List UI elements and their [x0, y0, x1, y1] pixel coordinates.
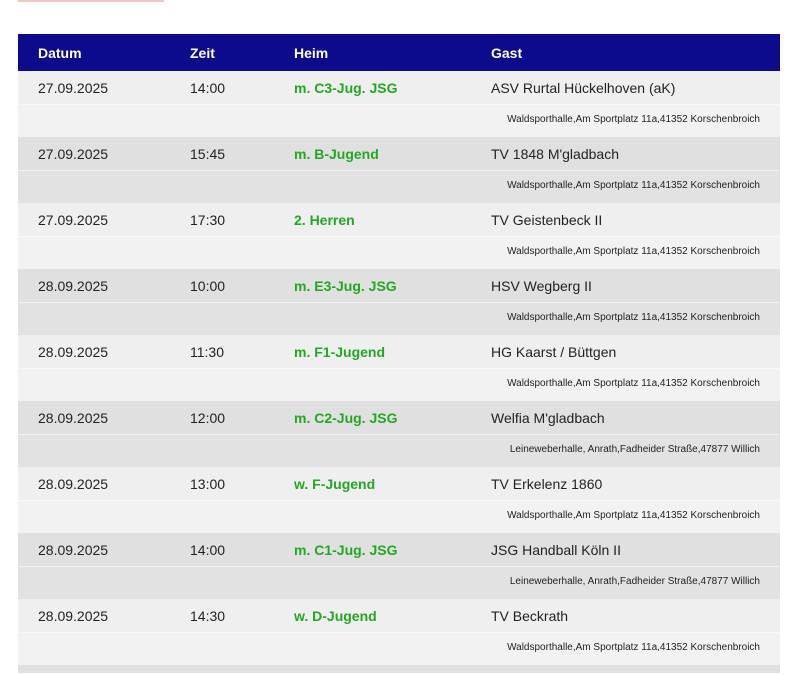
top-accent-bar	[18, 0, 164, 2]
match-main-line: 27.09.2025 14:00 m. C3-Jug. JSG ASV Rurt…	[18, 71, 780, 104]
match-date: 28.09.2025	[38, 409, 109, 426]
venue-address: Waldsporthalle,Am Sportplatz 11a,41352 K…	[507, 180, 760, 191]
venue-address: Leineweberhalle, Anrath,Fadheider Straße…	[509, 444, 760, 455]
match-time: 10:00	[190, 277, 226, 294]
match-main-line: 28.09.2025 12:00 m. C2-Jug. JSG Welfia M…	[18, 401, 780, 434]
match-row[interactable]: 28.09.2025 13:00 w. F-Jugend TV Erkelenz…	[18, 467, 780, 533]
guest-team: Welfia M'gladbach	[491, 409, 605, 426]
venue-address: Waldsporthalle,Am Sportplatz 11a,41352 K…	[507, 510, 760, 521]
home-team: m. C2-Jug. JSG	[294, 409, 398, 426]
guest-team: HG Kaarst / Büttgen	[491, 343, 617, 360]
header-home: Heim	[294, 44, 329, 61]
match-row[interactable]: 27.09.2025 14:00 m. C3-Jug. JSG ASV Rurt…	[18, 71, 780, 137]
match-date: 27.09.2025	[38, 211, 109, 228]
match-main-line: 28.09.2025 10:00 m. E3-Jug. JSG HSV Wegb…	[18, 269, 780, 302]
home-team: m. E3-Jug. JSG	[294, 277, 397, 294]
guest-team: TV 1848 M'gladbach	[491, 145, 619, 162]
match-time: 14:30	[190, 607, 226, 624]
match-date: 28.09.2025	[38, 277, 109, 294]
match-venue-line: Waldsporthalle,Am Sportplatz 11a,41352 K…	[18, 500, 780, 533]
match-venue-line: Waldsporthalle,Am Sportplatz 11a,41352 K…	[18, 302, 780, 335]
match-time: 15:45	[190, 145, 226, 162]
match-row[interactable]: 28.09.2025 14:00 m. C1-Jug. JSG JSG Hand…	[18, 533, 780, 599]
match-date: 27.09.2025	[38, 145, 109, 162]
match-venue-line: Waldsporthalle,Am Sportplatz 11a,41352 K…	[18, 104, 780, 137]
match-venue-line: Waldsporthalle,Am Sportplatz 11a,41352 K…	[18, 368, 780, 401]
match-schedule-table: Datum Zeit Heim Gast 27.09.2025 14:00 m.…	[18, 34, 780, 673]
venue-address: Waldsporthalle,Am Sportplatz 11a,41352 K…	[507, 642, 760, 653]
match-row[interactable]: 28.09.2025 11:30 m. F1-Jugend HG Kaarst …	[18, 335, 780, 401]
guest-team: JSG Handball Köln II	[491, 541, 621, 558]
match-time: 11:30	[190, 343, 224, 360]
next-row-partial	[18, 665, 780, 673]
home-team: w. D-Jugend	[294, 607, 377, 624]
venue-address: Waldsporthalle,Am Sportplatz 11a,41352 K…	[507, 378, 760, 389]
match-main-line: 28.09.2025 14:00 m. C1-Jug. JSG JSG Hand…	[18, 533, 780, 566]
venue-address: Waldsporthalle,Am Sportplatz 11a,41352 K…	[507, 114, 760, 125]
match-row[interactable]: 28.09.2025 10:00 m. E3-Jug. JSG HSV Wegb…	[18, 269, 780, 335]
venue-address: Leineweberhalle, Anrath,Fadheider Straße…	[509, 576, 760, 587]
match-main-line: 28.09.2025 11:30 m. F1-Jugend HG Kaarst …	[18, 335, 780, 368]
home-team: m. C1-Jug. JSG	[294, 541, 398, 558]
venue-address: Waldsporthalle,Am Sportplatz 11a,41352 K…	[507, 312, 760, 323]
match-time: 14:00	[190, 541, 226, 558]
guest-team: TV Geistenbeck II	[491, 211, 603, 228]
home-team: m. C3-Jug. JSG	[294, 79, 398, 96]
match-row[interactable]: 27.09.2025 15:45 m. B-Jugend TV 1848 M'g…	[18, 137, 780, 203]
match-time: 13:00	[190, 475, 226, 492]
guest-team: HSV Wegberg II	[491, 277, 592, 294]
match-date: 28.09.2025	[38, 475, 109, 492]
match-time: 12:00	[190, 409, 226, 426]
header-time: Zeit	[190, 44, 215, 61]
match-venue-line: Leineweberhalle, Anrath,Fadheider Straße…	[18, 434, 780, 467]
match-time: 17:30	[190, 211, 226, 228]
match-venue-line: Leineweberhalle, Anrath,Fadheider Straße…	[18, 566, 780, 599]
guest-team: ASV Rurtal Hückelhoven (aK)	[491, 79, 676, 96]
header-guest: Gast	[491, 44, 523, 61]
table-header: Datum Zeit Heim Gast	[18, 34, 780, 71]
home-team: w. F-Jugend	[294, 475, 376, 492]
home-team: 2. Herren	[294, 211, 355, 228]
match-date: 27.09.2025	[38, 79, 109, 96]
match-venue-line: Waldsporthalle,Am Sportplatz 11a,41352 K…	[18, 632, 780, 665]
header-date: Datum	[38, 44, 82, 61]
match-row[interactable]: 27.09.2025 17:30 2. Herren TV Geistenbec…	[18, 203, 780, 269]
match-date: 28.09.2025	[38, 541, 109, 558]
match-venue-line: Waldsporthalle,Am Sportplatz 11a,41352 K…	[18, 236, 780, 269]
guest-team: TV Erkelenz 1860	[491, 475, 603, 492]
guest-team: TV Beckrath	[491, 607, 569, 624]
home-team: m. B-Jugend	[294, 145, 379, 162]
match-row[interactable]: 28.09.2025 12:00 m. C2-Jug. JSG Welfia M…	[18, 401, 780, 467]
match-venue-line: Waldsporthalle,Am Sportplatz 11a,41352 K…	[18, 170, 780, 203]
match-date: 28.09.2025	[38, 607, 109, 624]
match-main-line: 28.09.2025 14:30 w. D-Jugend TV Beckrath	[18, 599, 780, 632]
match-row[interactable]: 28.09.2025 14:30 w. D-Jugend TV Beckrath…	[18, 599, 780, 665]
venue-address: Waldsporthalle,Am Sportplatz 11a,41352 K…	[507, 246, 760, 257]
match-date: 28.09.2025	[38, 343, 109, 360]
home-team: m. F1-Jugend	[294, 343, 386, 360]
match-main-line: 28.09.2025 13:00 w. F-Jugend TV Erkelenz…	[18, 467, 780, 500]
match-time: 14:00	[190, 79, 226, 96]
match-main-line: 27.09.2025 15:45 m. B-Jugend TV 1848 M'g…	[18, 137, 780, 170]
match-main-line: 27.09.2025 17:30 2. Herren TV Geistenbec…	[18, 203, 780, 236]
